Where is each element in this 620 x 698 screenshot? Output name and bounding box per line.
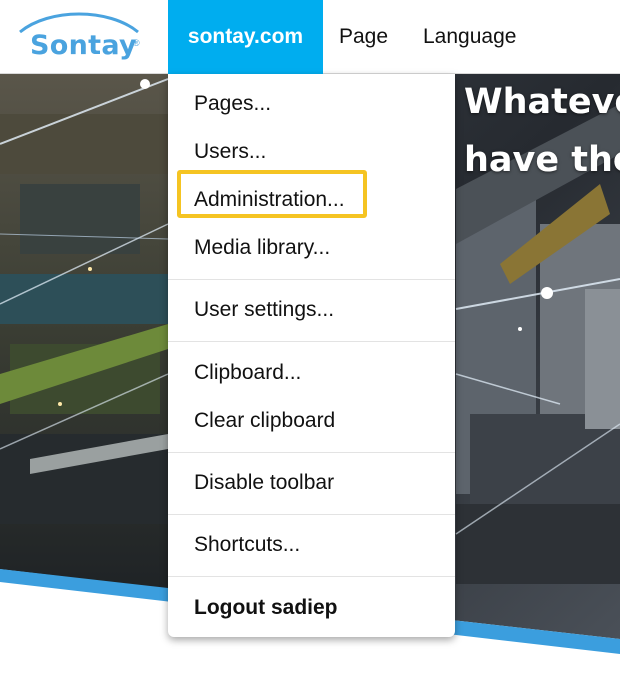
- menu-separator: [168, 279, 455, 280]
- logo-wordmark: Sontay: [30, 30, 137, 61]
- menu-item-media-library[interactable]: Media library...: [194, 235, 330, 261]
- menu-separator: [168, 514, 455, 515]
- sontay-logo[interactable]: Sontay ®: [14, 10, 144, 68]
- menu-separator: [168, 341, 455, 342]
- menu-item-administration[interactable]: Administration...: [194, 187, 345, 213]
- menu-item-shortcuts[interactable]: Shortcuts...: [194, 532, 300, 558]
- menu-separator: [168, 576, 455, 577]
- top-toolbar: Sontay ® sontay.com Page Language: [0, 0, 620, 74]
- menu-item-logout[interactable]: Logout sadiep: [194, 595, 338, 621]
- menu-item-users[interactable]: Users...: [194, 139, 266, 165]
- logo-registered-mark: ®: [133, 38, 140, 48]
- menu-item-clear-clipboard[interactable]: Clear clipboard: [194, 408, 335, 434]
- hero-headline-line1: Whateve: [464, 82, 620, 122]
- menu-separator: [168, 452, 455, 453]
- tab-page[interactable]: Page: [339, 0, 388, 74]
- tab-site[interactable]: sontay.com: [168, 0, 323, 74]
- hero-headline-line2: have the: [464, 140, 620, 180]
- menu-item-disable-toolbar[interactable]: Disable toolbar: [194, 470, 334, 496]
- menu-item-user-settings[interactable]: User settings...: [194, 297, 334, 323]
- tab-language[interactable]: Language: [423, 0, 516, 74]
- menu-item-clipboard[interactable]: Clipboard...: [194, 360, 301, 386]
- site-dropdown-menu: Pages... Users... Administration... Medi…: [168, 74, 455, 637]
- menu-item-pages[interactable]: Pages...: [194, 91, 271, 117]
